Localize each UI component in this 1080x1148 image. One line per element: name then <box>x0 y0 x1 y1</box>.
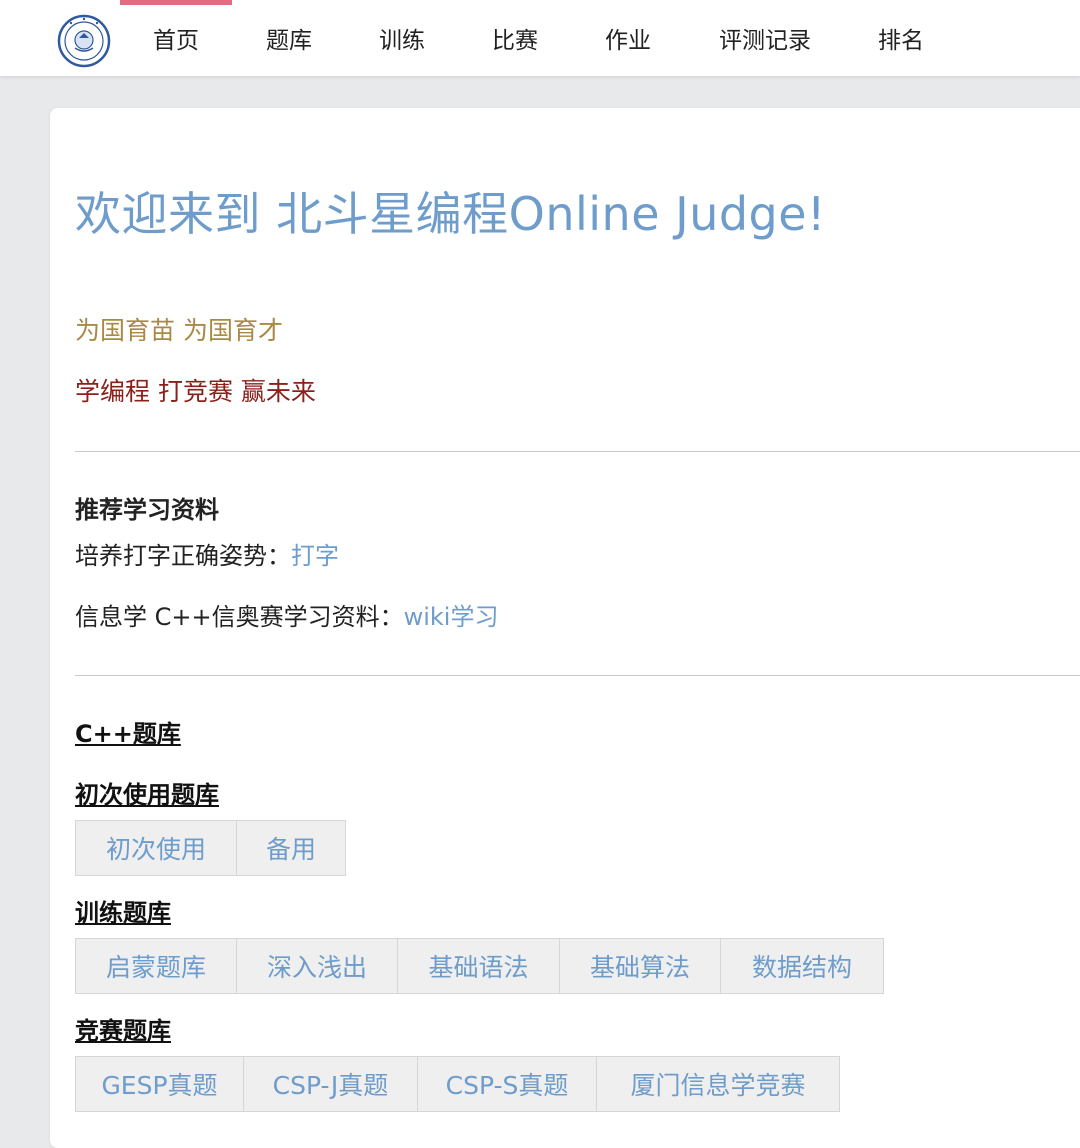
nav-item-submissions[interactable]: 评测记录 <box>700 0 830 76</box>
bank-title-first-use[interactable]: 初次使用题库 <box>75 775 219 810</box>
bank-button-first-use[interactable]: 初次使用 <box>76 821 237 875</box>
motto-line-2: 学编程 打竞赛 赢未来 <box>75 377 316 406</box>
bank-buttons-contest: GESP真题 CSP-J真题 CSP-S真题 厦门信息学竞赛 <box>75 1056 840 1112</box>
bank-button-csp-j[interactable]: CSP-J真题 <box>244 1057 418 1111</box>
typing-link[interactable]: 打字 <box>291 542 339 570</box>
nav-item-home[interactable]: 首页 <box>120 0 232 76</box>
wiki-resource-label: 信息学 C++信奥赛学习资料： <box>75 603 404 631</box>
bank-button-basic-syntax[interactable]: 基础语法 <box>398 939 560 993</box>
typing-resource-line: 培养打字正确姿势：打字 <box>75 536 339 571</box>
bank-button-backup[interactable]: 备用 <box>237 821 345 875</box>
nav-item-contest[interactable]: 比赛 <box>459 0 571 76</box>
wiki-resource-line: 信息学 C++信奥赛学习资料：wiki学习 <box>75 597 498 632</box>
top-navbar: 首页 题库 训练 比赛 作业 评测记录 排名 <box>0 0 1080 76</box>
cpp-bank-title[interactable]: C++题库 <box>75 714 181 749</box>
nav-item-ranking[interactable]: 排名 <box>845 0 957 76</box>
bank-button-gesp[interactable]: GESP真题 <box>76 1057 244 1111</box>
motto-line-1: 为国育苗 为国育才 <box>75 316 283 345</box>
nav-item-training[interactable]: 训练 <box>346 0 458 76</box>
bank-button-enlightenment[interactable]: 启蒙题库 <box>76 939 237 993</box>
bank-button-xiamen-contest[interactable]: 厦门信息学竞赛 <box>597 1057 839 1111</box>
divider <box>75 675 1080 676</box>
bank-buttons-training: 启蒙题库 深入浅出 基础语法 基础算法 数据结构 <box>75 938 884 994</box>
nav-item-problemset[interactable]: 题库 <box>233 0 345 76</box>
bank-button-data-structure[interactable]: 数据结构 <box>721 939 883 993</box>
bank-button-in-depth[interactable]: 深入浅出 <box>237 939 398 993</box>
bank-title-training[interactable]: 训练题库 <box>75 893 171 928</box>
school-emblem-icon[interactable] <box>57 14 111 68</box>
wiki-link[interactable]: wiki学习 <box>404 603 499 631</box>
bank-buttons-first-use: 初次使用 备用 <box>75 820 346 876</box>
resources-title: 推荐学习资料 <box>75 496 219 524</box>
typing-resource-label: 培养打字正确姿势： <box>75 542 291 570</box>
main-card: 欢迎来到 北斗星编程Online Judge! 为国育苗 为国育才 学编程 打竞… <box>50 108 1080 1148</box>
bank-button-basic-algorithm[interactable]: 基础算法 <box>560 939 721 993</box>
divider <box>75 451 1080 452</box>
bank-title-contest[interactable]: 竞赛题库 <box>75 1011 171 1046</box>
welcome-heading: 欢迎来到 北斗星编程Online Judge! <box>75 187 826 241</box>
bank-button-csp-s[interactable]: CSP-S真题 <box>418 1057 597 1111</box>
nav-item-homework[interactable]: 作业 <box>572 0 684 76</box>
